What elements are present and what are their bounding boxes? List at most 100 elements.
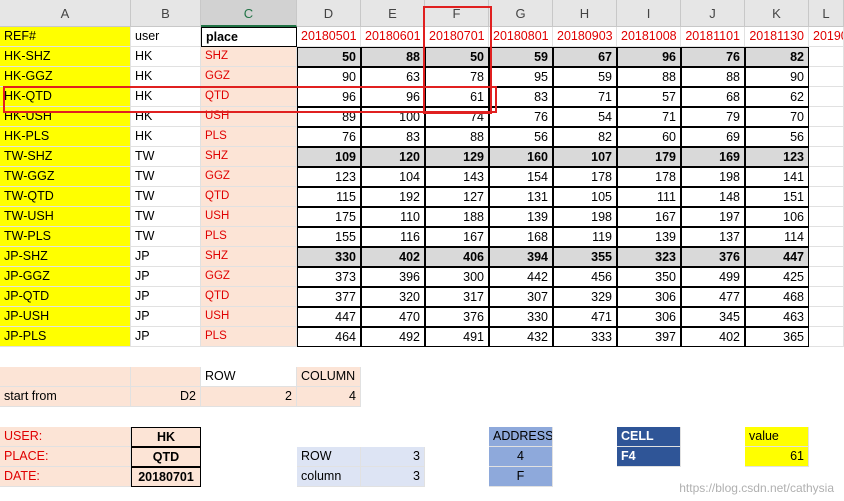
ref-cell[interactable]: JP-SHZ xyxy=(0,247,131,267)
value-cell[interactable]: 376 xyxy=(425,307,489,327)
value-cell[interactable]: 464 xyxy=(297,327,361,347)
value-cell[interactable]: 105 xyxy=(553,187,617,207)
value-cell[interactable]: 333 xyxy=(553,327,617,347)
user-input-label[interactable]: USER: xyxy=(0,427,131,447)
calc-row-value[interactable]: 3 xyxy=(361,447,425,467)
empty-cell[interactable] xyxy=(809,67,844,87)
value-cell[interactable]: 307 xyxy=(489,287,553,307)
value-cell[interactable]: 179 xyxy=(617,147,681,167)
value-cell[interactable]: 61 xyxy=(425,87,489,107)
user-cell[interactable]: HK xyxy=(131,47,201,67)
value-cell[interactable]: 468 xyxy=(745,287,809,307)
value-cell[interactable]: 54 xyxy=(553,107,617,127)
value-cell[interactable]: 88 xyxy=(361,47,425,67)
value-cell[interactable]: 317 xyxy=(425,287,489,307)
place-input[interactable]: QTD xyxy=(131,447,201,467)
value-cell[interactable]: 447 xyxy=(297,307,361,327)
row-label[interactable]: ROW xyxy=(201,367,297,387)
address-label[interactable]: ADDRESS xyxy=(489,427,553,447)
date-header[interactable]: 20180801 xyxy=(489,27,553,47)
empty-cell[interactable] xyxy=(809,107,844,127)
ref-cell[interactable]: JP-USH xyxy=(0,307,131,327)
value-cell[interactable]: 83 xyxy=(361,127,425,147)
lookup-blank[interactable] xyxy=(0,367,131,387)
address-row[interactable]: 4 xyxy=(489,447,553,467)
value-cell[interactable]: 76 xyxy=(489,107,553,127)
value-cell[interactable]: 100 xyxy=(361,107,425,127)
value-cell[interactable]: 148 xyxy=(681,187,745,207)
ref-cell[interactable]: HK-QTD xyxy=(0,87,131,107)
value-cell[interactable]: 115 xyxy=(297,187,361,207)
ref-cell[interactable]: JP-QTD xyxy=(0,287,131,307)
user-cell[interactable]: JP xyxy=(131,247,201,267)
empty-cell[interactable] xyxy=(809,167,844,187)
value-label[interactable]: value xyxy=(745,427,809,447)
value-cell[interactable]: 96 xyxy=(361,87,425,107)
place-cell[interactable]: QTD xyxy=(201,287,297,307)
place-cell[interactable]: GGZ xyxy=(201,167,297,187)
place-header[interactable]: place xyxy=(201,27,297,47)
ref-cell[interactable]: JP-PLS xyxy=(0,327,131,347)
value-cell[interactable]: 178 xyxy=(553,167,617,187)
ref-cell[interactable]: TW-USH xyxy=(0,207,131,227)
value-cell[interactable]: 377 xyxy=(297,287,361,307)
empty-cell[interactable] xyxy=(809,147,844,167)
value-cell[interactable]: 355 xyxy=(553,247,617,267)
value-cell[interactable]: 442 xyxy=(489,267,553,287)
value-cell[interactable]: 123 xyxy=(745,147,809,167)
place-cell[interactable]: USH xyxy=(201,307,297,327)
column-header-f[interactable]: F xyxy=(425,0,489,27)
place-cell[interactable]: SHZ xyxy=(201,147,297,167)
column-header-d[interactable]: D xyxy=(297,0,361,27)
value-cell[interactable]: 330 xyxy=(297,247,361,267)
value-cell[interactable]: 499 xyxy=(681,267,745,287)
value-cell[interactable]: 90 xyxy=(745,67,809,87)
value-cell[interactable]: 373 xyxy=(297,267,361,287)
value-cell[interactable]: 59 xyxy=(489,47,553,67)
user-cell[interactable]: TW xyxy=(131,187,201,207)
value-cell[interactable]: 67 xyxy=(553,47,617,67)
ref-cell[interactable]: HK-PLS xyxy=(0,127,131,147)
value-cell[interactable]: 82 xyxy=(553,127,617,147)
place-cell[interactable]: QTD xyxy=(201,187,297,207)
value-cell[interactable]: 197 xyxy=(681,207,745,227)
value-cell[interactable]: 402 xyxy=(681,327,745,347)
place-cell[interactable]: SHZ xyxy=(201,47,297,67)
value-cell[interactable]: 396 xyxy=(361,267,425,287)
value-cell[interactable]: 323 xyxy=(617,247,681,267)
value-cell[interactable]: 111 xyxy=(617,187,681,207)
value-cell[interactable]: 76 xyxy=(681,47,745,67)
result-value[interactable]: 61 xyxy=(745,447,809,467)
cell-label[interactable]: CELL xyxy=(617,427,681,447)
ref-cell[interactable]: TW-QTD xyxy=(0,187,131,207)
value-cell[interactable]: 160 xyxy=(489,147,553,167)
ref-header[interactable]: REF# xyxy=(0,27,131,47)
value-cell[interactable]: 492 xyxy=(361,327,425,347)
ref-cell[interactable]: JP-GGZ xyxy=(0,267,131,287)
date-header[interactable]: 20181008 xyxy=(617,27,681,47)
value-cell[interactable]: 141 xyxy=(745,167,809,187)
value-cell[interactable]: 63 xyxy=(361,67,425,87)
date-header[interactable]: 20181130 xyxy=(745,27,809,47)
empty-cell[interactable] xyxy=(809,47,844,67)
value-cell[interactable]: 330 xyxy=(489,307,553,327)
value-cell[interactable]: 114 xyxy=(745,227,809,247)
empty-cell[interactable] xyxy=(809,87,844,107)
value-cell[interactable]: 74 xyxy=(425,107,489,127)
value-cell[interactable]: 57 xyxy=(617,87,681,107)
value-cell[interactable]: 397 xyxy=(617,327,681,347)
value-cell[interactable]: 306 xyxy=(617,287,681,307)
value-cell[interactable]: 120 xyxy=(361,147,425,167)
value-cell[interactable]: 69 xyxy=(681,127,745,147)
ref-cell[interactable]: TW-GGZ xyxy=(0,167,131,187)
user-cell[interactable]: JP xyxy=(131,307,201,327)
empty-cell[interactable] xyxy=(809,247,844,267)
date-header[interactable]: 20181101 xyxy=(681,27,745,47)
value-cell[interactable]: 106 xyxy=(745,207,809,227)
value-cell[interactable]: 350 xyxy=(617,267,681,287)
empty-cell[interactable] xyxy=(809,327,844,347)
ref-cell[interactable]: HK-USH xyxy=(0,107,131,127)
start-label[interactable]: start from xyxy=(0,387,131,407)
value-cell[interactable]: 56 xyxy=(745,127,809,147)
value-cell[interactable]: 320 xyxy=(361,287,425,307)
